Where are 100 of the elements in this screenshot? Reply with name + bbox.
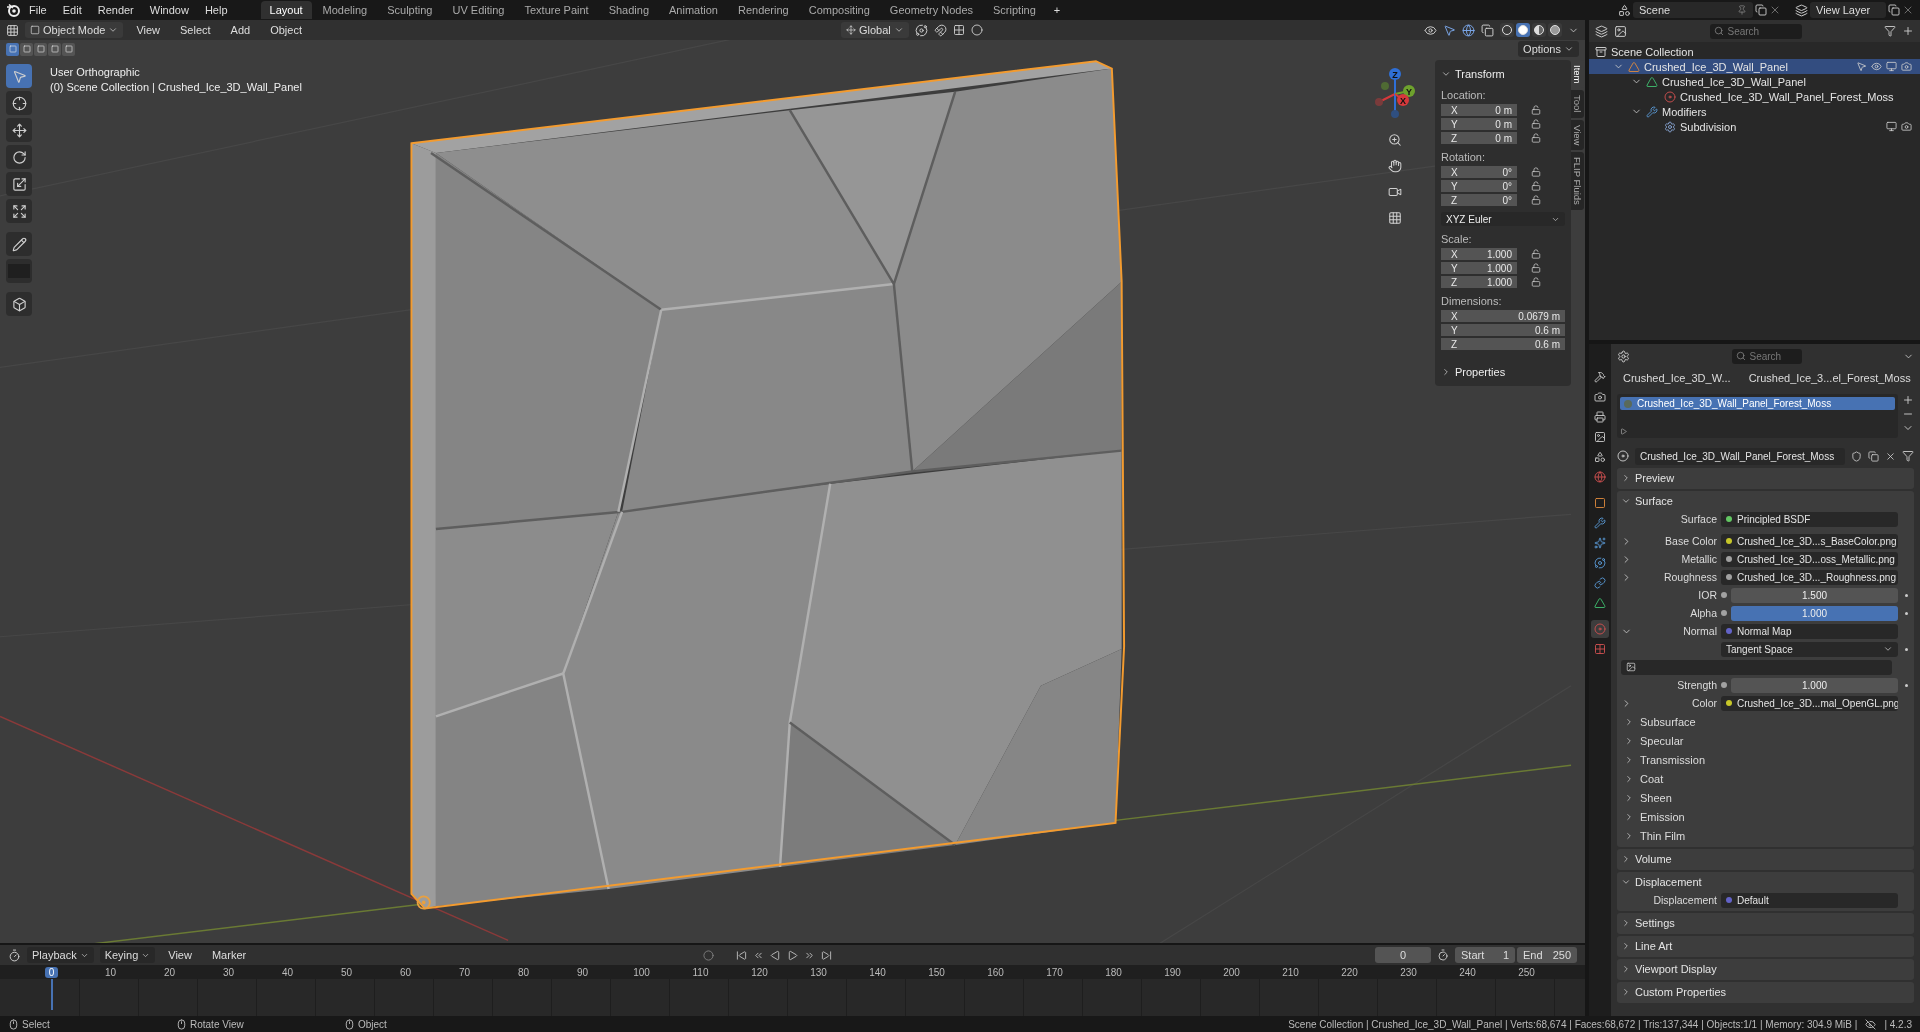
search-field[interactable]: Search <box>1731 348 1802 364</box>
link-field[interactable]: Crushed_Ice_3D...oss_Metallic.png <box>1721 551 1898 567</box>
properties-tab[interactable] <box>1591 574 1609 592</box>
panel-title[interactable]: Settings <box>1635 916 1675 929</box>
select-mode-button[interactable] <box>6 42 19 56</box>
chevron-icon[interactable] <box>1621 963 1631 974</box>
number-field[interactable]: Z 1.000 <box>1441 276 1517 288</box>
workspace-tab[interactable]: Sculpting <box>378 1 442 19</box>
menu-dropdown[interactable]: Playback <box>27 947 94 963</box>
properties-tab[interactable] <box>1591 408 1609 426</box>
editor-type-icon[interactable] <box>1617 349 1630 363</box>
lock-icon[interactable] <box>1531 133 1541 143</box>
new-collection-icon[interactable] <box>1902 25 1914 37</box>
chevron-icon[interactable] <box>1621 853 1631 864</box>
xray-icon[interactable] <box>1481 23 1494 37</box>
panel-title[interactable]: Custom Properties <box>1635 985 1727 998</box>
link-field[interactable]: Crushed_Ice_3D...s_BaseColor.png <box>1721 533 1898 549</box>
number-field[interactable]: Z 0.6 m <box>1441 338 1565 350</box>
number-field[interactable]: 1.000 <box>1731 677 1898 693</box>
sidebar-tab[interactable]: FLIP Fluids <box>1571 152 1584 211</box>
view-layer-field[interactable]: View Layer <box>1810 2 1886 18</box>
menu-item[interactable]: View <box>129 22 168 38</box>
number-field[interactable]: X 0 m <box>1441 104 1517 116</box>
pointer-icon[interactable] <box>1443 23 1456 37</box>
sidebar-tab[interactable]: View <box>1571 119 1584 151</box>
expand-icon[interactable] <box>1620 428 1627 435</box>
close-icon[interactable] <box>1769 4 1781 16</box>
shading-button[interactable] <box>1548 23 1562 37</box>
tool-button[interactable] <box>6 292 32 316</box>
shading-button[interactable] <box>1516 23 1530 37</box>
panel-title[interactable]: Line Art <box>1635 939 1673 952</box>
properties-tab[interactable] <box>1591 554 1609 572</box>
number-field[interactable]: 1.000 <box>1731 605 1898 621</box>
jump-end-icon[interactable] <box>821 949 833 961</box>
subsection-title[interactable]: Sheen <box>1640 791 1672 804</box>
link-field[interactable]: Crushed_Ice_3D..._Roughness.png <box>1721 569 1898 585</box>
copy-icon[interactable] <box>1755 4 1767 16</box>
subsection-title[interactable]: Coat <box>1640 772 1664 785</box>
mode-dropdown[interactable]: Object Mode <box>25 22 124 38</box>
navigation-gizmo[interactable]: Z Y X <box>1365 64 1425 124</box>
menu-item[interactable]: Add <box>223 22 258 38</box>
breadcrumb-item[interactable]: Crushed_Ice_3...el_Forest_Moss <box>1748 372 1911 384</box>
outliner-row[interactable]: Crushed_Ice_3D_Wall_Panel <box>1589 74 1920 89</box>
jump-start-icon[interactable] <box>736 949 748 961</box>
tool-button[interactable] <box>6 172 32 196</box>
workspace-tab[interactable]: Geometry Nodes <box>880 1 982 19</box>
menu-item[interactable]: Window <box>142 2 196 18</box>
tool-button[interactable] <box>6 118 32 142</box>
number-field[interactable]: X 0.0679 m <box>1441 310 1565 322</box>
panel-title[interactable]: Volume <box>1635 852 1672 865</box>
chevron-icon[interactable] <box>1621 986 1631 997</box>
link-field[interactable]: Crushed_Ice_3D...mal_OpenGL.png <box>1721 695 1898 711</box>
link-field[interactable]: Principled BSDF <box>1721 511 1898 527</box>
outliner-row[interactable]: Crushed_Ice_3D_Wall_Panel_Forest_Moss <box>1589 89 1920 104</box>
workspace-tab[interactable]: Rendering <box>728 1 798 19</box>
chevron-icon[interactable] <box>1624 735 1634 746</box>
filter-icon[interactable] <box>1884 25 1896 37</box>
editor-type-icon[interactable] <box>1595 24 1608 38</box>
options-dropdown[interactable]: Options <box>1518 41 1579 57</box>
outliner-row[interactable]: Modifiers <box>1589 104 1920 119</box>
editor-type-icon[interactable] <box>8 948 21 962</box>
chevron-icon[interactable] <box>1624 811 1634 822</box>
tool-button[interactable] <box>6 145 32 169</box>
copy-icon[interactable] <box>1868 450 1879 462</box>
breadcrumb-item[interactable]: Crushed_Ice_3D_W... <box>1623 372 1731 384</box>
subsection-title[interactable]: Subsurface <box>1640 715 1696 728</box>
shading-button[interactable] <box>1532 23 1546 37</box>
number-field[interactable]: X 1.000 <box>1441 248 1517 260</box>
material-browse-icon[interactable] <box>1617 450 1629 462</box>
workspace-tab[interactable]: Compositing <box>799 1 879 19</box>
grid-icon[interactable] <box>952 24 965 36</box>
material-name-field[interactable]: Crushed_Ice_3D_Wall_Panel_Forest_Moss <box>1635 447 1845 465</box>
close-icon[interactable] <box>1902 4 1914 16</box>
workspace-tab[interactable]: Layout <box>260 1 312 19</box>
number-field[interactable]: Y 0 m <box>1441 118 1517 130</box>
chevron-icon[interactable] <box>1624 716 1634 727</box>
app-logo-icon[interactable] <box>6 3 20 17</box>
panel-title[interactable]: Viewport Display <box>1635 962 1717 975</box>
play-icon[interactable] <box>787 949 799 961</box>
menu-item[interactable]: Help <box>197 2 235 18</box>
number-field[interactable]: Y 1.000 <box>1441 262 1517 274</box>
add-workspace-button[interactable]: + <box>1046 2 1068 18</box>
lock-icon[interactable] <box>1531 277 1541 287</box>
subsection-title[interactable]: Transmission <box>1640 753 1705 766</box>
proportional-icon[interactable] <box>970 24 983 36</box>
select-mode-button[interactable] <box>48 42 61 56</box>
editor-type-icon[interactable] <box>6 23 19 37</box>
panel-title[interactable]: Preview <box>1635 471 1675 484</box>
lock-icon[interactable] <box>1531 119 1541 129</box>
number-field[interactable]: Y 0.6 m <box>1441 324 1565 336</box>
chevron-icon[interactable] <box>1624 754 1634 765</box>
shapes-icon[interactable] <box>1618 3 1631 17</box>
workspace-tab[interactable]: Animation <box>660 1 727 19</box>
tool-button[interactable] <box>6 91 32 115</box>
pin-icon[interactable] <box>1737 5 1747 15</box>
number-field[interactable]: Y 0° <box>1441 180 1517 192</box>
start-frame-field[interactable]: Start 1 <box>1455 947 1515 963</box>
subsection-title[interactable]: Emission <box>1640 810 1685 823</box>
panel-title[interactable]: Surface <box>1635 494 1673 507</box>
chevron-icon[interactable] <box>1624 773 1634 784</box>
